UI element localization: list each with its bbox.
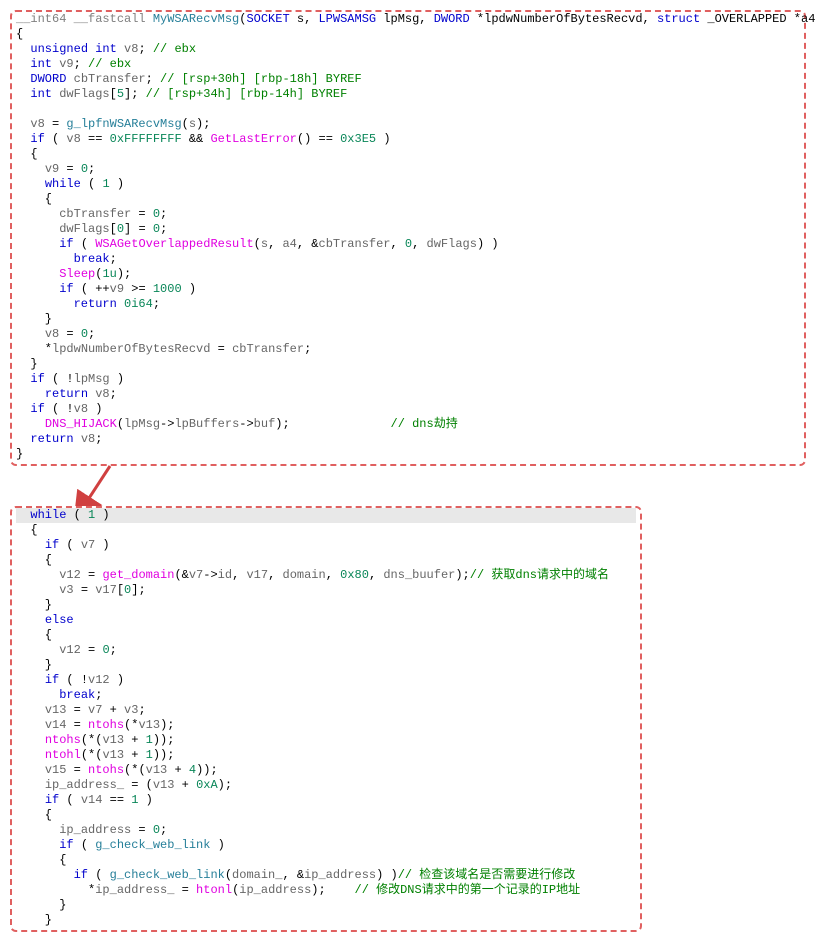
code-line: v15 = ntohs(*(v13 + 4)); xyxy=(16,763,636,778)
code-line: if ( !v12 ) xyxy=(16,673,636,688)
code-line: unsigned int v8; // ebx xyxy=(16,42,800,57)
code-line: if ( !v8 ) xyxy=(16,402,800,417)
code-line: } xyxy=(16,913,636,928)
code-line: { xyxy=(16,853,636,868)
code-line: v12 = 0; xyxy=(16,643,636,658)
code-line: else xyxy=(16,613,636,628)
code-line: if ( v7 ) xyxy=(16,538,636,553)
code-line: { xyxy=(16,147,800,162)
code-line: } xyxy=(16,898,636,913)
code-line: DNS_HIJACK(lpMsg->lpBuffers->buf); // dn… xyxy=(16,417,800,432)
code-line: } xyxy=(16,447,800,462)
code-line: v9 = 0; xyxy=(16,162,800,177)
code-line: __int64 __fastcall MyWSARecvMsg(SOCKET s… xyxy=(16,12,800,27)
code-line: return v8; xyxy=(16,432,800,447)
code-line: } xyxy=(16,357,800,372)
code-line: dwFlags[0] = 0; xyxy=(16,222,800,237)
code-line: return v8; xyxy=(16,387,800,402)
code-line: break; xyxy=(16,688,636,703)
code-block-bottom: while ( 1 ) { if ( v7 ) { v12 = get_doma… xyxy=(10,506,642,932)
code-line: if ( v14 == 1 ) xyxy=(16,793,636,808)
code-line: DWORD cbTransfer; // [rsp+30h] [rbp-18h]… xyxy=(16,72,800,87)
code-line: v13 = v7 + v3; xyxy=(16,703,636,718)
code-line: { xyxy=(16,628,636,643)
code-line: } xyxy=(16,598,636,613)
code-block-top: __int64 __fastcall MyWSARecvMsg(SOCKET s… xyxy=(10,10,806,466)
code-line: ntohl(*(v13 + 1)); xyxy=(16,748,636,763)
code-line: } xyxy=(16,312,800,327)
code-line: v12 = get_domain(&v7->id, v17, domain, 0… xyxy=(16,568,636,583)
code-line: cbTransfer = 0; xyxy=(16,207,800,222)
code-line: v8 = 0; xyxy=(16,327,800,342)
code-line: if ( !lpMsg ) xyxy=(16,372,800,387)
code-line xyxy=(16,102,800,117)
code-line: if ( ++v9 >= 1000 ) xyxy=(16,282,800,297)
code-line: *ip_address_ = htonl(ip_address); // 修改D… xyxy=(16,883,636,898)
code-line: int v9; // ebx xyxy=(16,57,800,72)
code-line: ip_address = 0; xyxy=(16,823,636,838)
code-line: return 0i64; xyxy=(16,297,800,312)
code-line: while ( 1 ) xyxy=(16,177,800,192)
code-line: { xyxy=(16,27,800,42)
code-line: *lpdwNumberOfBytesRecvd = cbTransfer; xyxy=(16,342,800,357)
code-line: if ( WSAGetOverlappedResult(s, a4, &cbTr… xyxy=(16,237,800,252)
code-line: break; xyxy=(16,252,800,267)
code-line: ip_address_ = (v13 + 0xA); xyxy=(16,778,636,793)
code-line: if ( g_check_web_link ) xyxy=(16,838,636,853)
code-line: ntohs(*(v13 + 1)); xyxy=(16,733,636,748)
code-line: { xyxy=(16,553,636,568)
code-line: if ( v8 == 0xFFFFFFFF && GetLastError() … xyxy=(16,132,800,147)
code-line: } xyxy=(16,658,636,673)
code-line: v8 = g_lpfnWSARecvMsg(s); xyxy=(16,117,800,132)
code-line: v3 = v17[0]; xyxy=(16,583,636,598)
code-line: while ( 1 ) xyxy=(16,508,636,523)
code-line: { xyxy=(16,192,800,207)
code-line: int dwFlags[5]; // [rsp+34h] [rbp-14h] B… xyxy=(16,87,800,102)
code-line: { xyxy=(16,808,636,823)
code-line: { xyxy=(16,523,636,538)
code-line: if ( g_check_web_link(domain_, &ip_addre… xyxy=(16,868,636,883)
code-line: Sleep(1u); xyxy=(16,267,800,282)
code-line: v14 = ntohs(*v13); xyxy=(16,718,636,733)
